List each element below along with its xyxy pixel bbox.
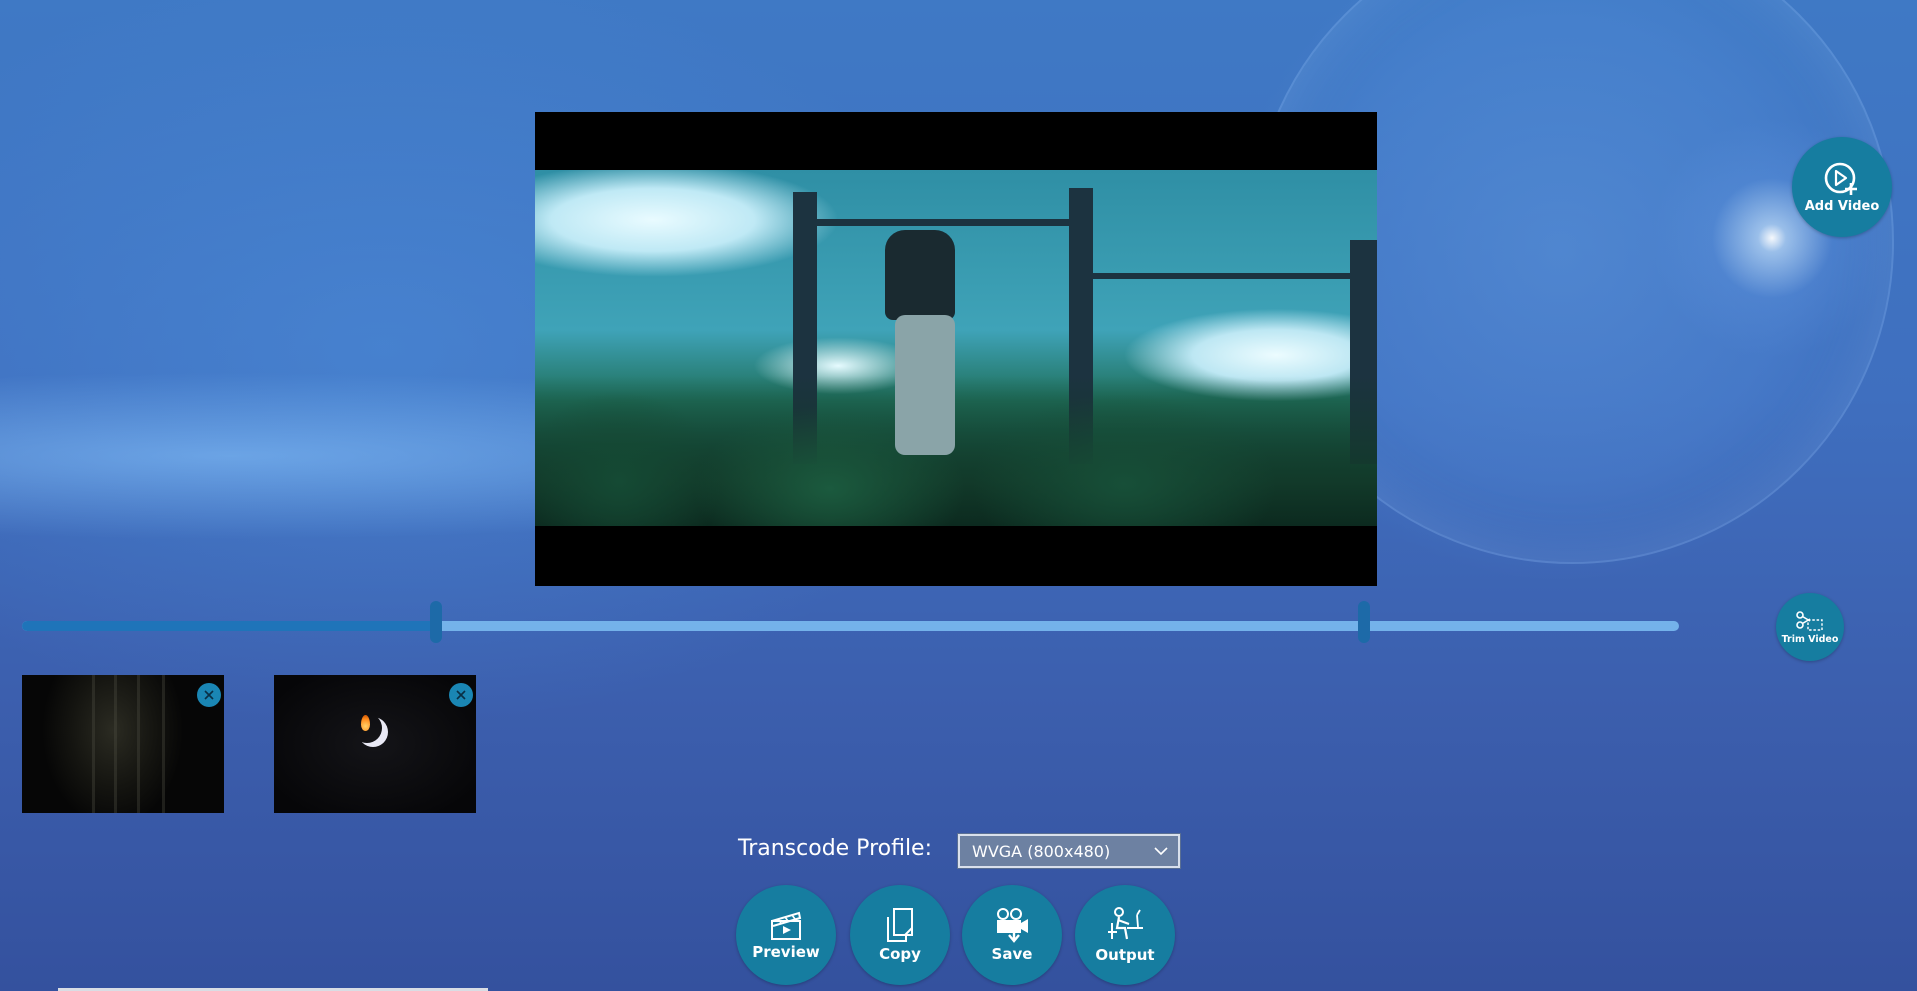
person-at-desk-icon	[1108, 907, 1143, 940]
remove-clip-button[interactable]	[197, 683, 221, 707]
transcode-profile-label: Transcode Profile:	[738, 836, 933, 861]
athlete	[885, 230, 955, 320]
tree-trunk-streak	[162, 675, 165, 813]
scissors-icon	[1796, 610, 1823, 631]
video-preview[interactable]	[535, 112, 1377, 586]
tree-trunk-streak	[114, 675, 117, 813]
copy-icon	[887, 908, 913, 942]
preview-button[interactable]: Preview	[736, 885, 836, 985]
clip-thumbnail[interactable]	[274, 675, 476, 813]
video-frame-image	[535, 170, 1377, 526]
close-icon	[204, 690, 214, 700]
trim-slider-track[interactable]	[22, 621, 1679, 631]
add-video-label: Add Video	[1804, 198, 1880, 214]
copy-label: Copy	[879, 945, 921, 963]
save-button[interactable]: Save	[962, 885, 1062, 985]
add-video-button[interactable]: Add Video	[1792, 137, 1892, 237]
trim-video-label: Trim Video	[1781, 633, 1839, 645]
trim-slider-fill	[22, 621, 437, 631]
pullup-bar-second	[1081, 273, 1351, 279]
athlete-legs	[895, 315, 955, 455]
remove-clip-button[interactable]	[449, 683, 473, 707]
pullup-bar	[805, 219, 1081, 226]
output-button[interactable]: Output	[1075, 885, 1175, 985]
flame	[361, 715, 370, 731]
copy-button[interactable]: Copy	[850, 885, 950, 985]
tree-trunk-streak	[137, 675, 140, 813]
chevron-down-icon	[1154, 846, 1168, 855]
tree-trunk-streak	[92, 675, 95, 813]
video-camera-save-icon	[997, 908, 1028, 943]
save-label: Save	[991, 945, 1033, 963]
preview-label: Preview	[752, 943, 820, 961]
transcode-profile-value: WVGA (800x480)	[972, 841, 1111, 861]
trim-video-button[interactable]: Trim Video	[1776, 593, 1844, 661]
trim-start-handle[interactable]	[430, 601, 443, 643]
close-icon	[456, 690, 466, 700]
transcode-profile-select[interactable]: WVGA (800x480)	[957, 833, 1181, 869]
output-label: Output	[1095, 946, 1155, 964]
trim-end-handle[interactable]	[1358, 601, 1371, 643]
clapperboard-icon	[771, 911, 802, 940]
play-circle-plus-icon	[1824, 162, 1857, 195]
clip-thumbnail[interactable]	[22, 675, 224, 813]
tree-line	[535, 376, 1377, 526]
